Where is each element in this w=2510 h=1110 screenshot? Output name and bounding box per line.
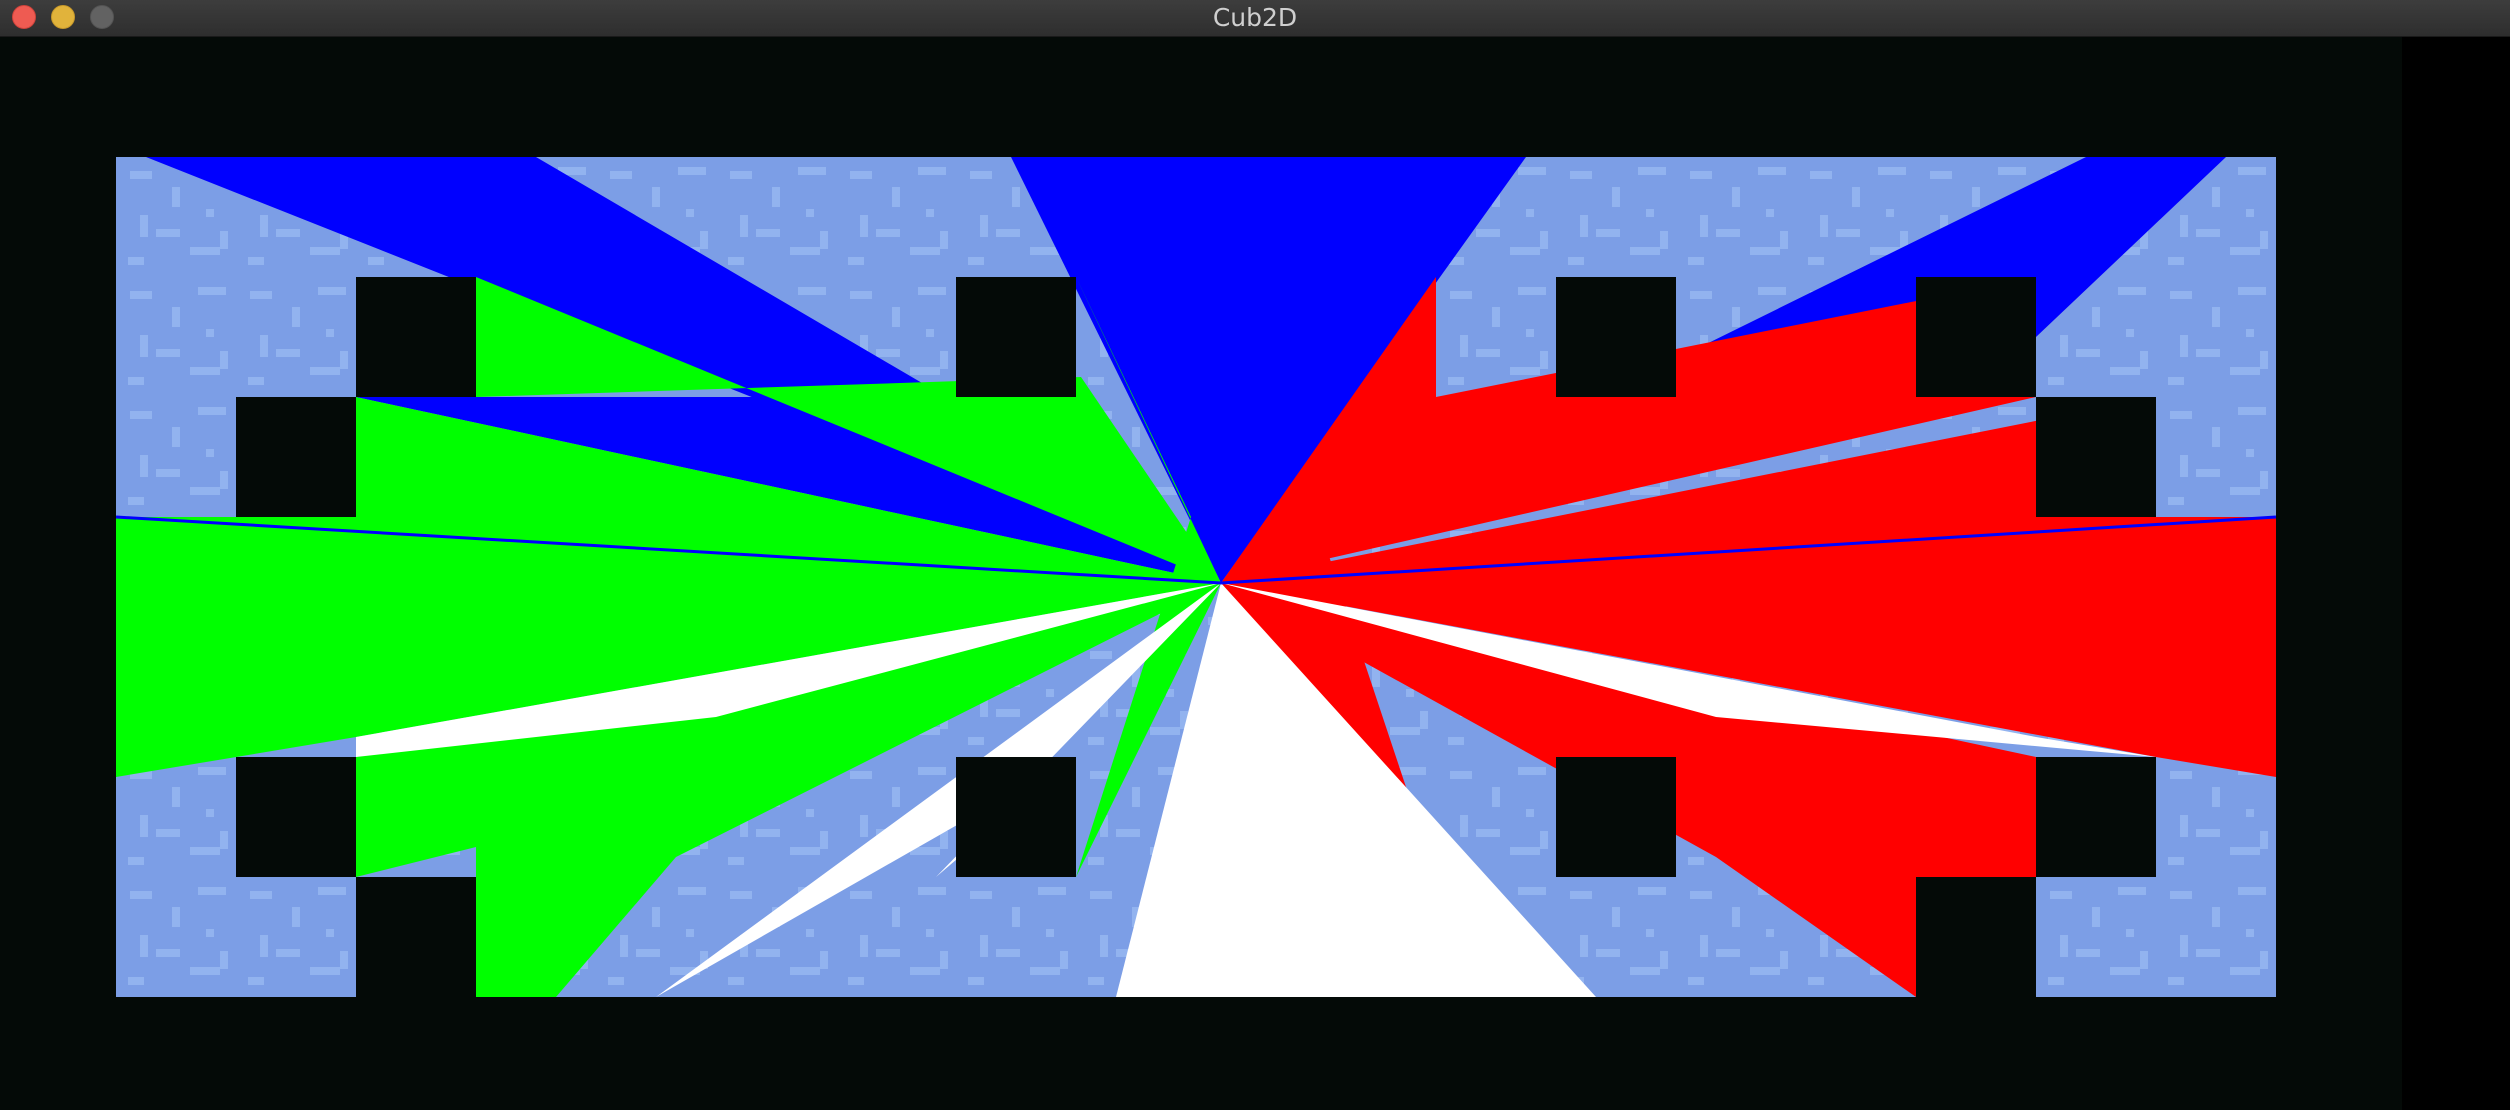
wall-tile xyxy=(356,277,476,397)
wall-tile xyxy=(2036,757,2156,877)
wall-tile xyxy=(236,757,356,877)
minimap-render xyxy=(116,157,2276,997)
wall-tile xyxy=(1556,757,1676,877)
wall-tile xyxy=(356,877,476,997)
wall-tile xyxy=(956,757,1076,877)
title-bar[interactable]: Cub2D xyxy=(0,0,2510,37)
application-window: Cub2D xyxy=(0,0,2510,1110)
wall-tile xyxy=(1916,877,2036,997)
wall-tile xyxy=(956,277,1076,397)
wall-tile xyxy=(1916,277,2036,397)
wall-tile xyxy=(1556,277,1676,397)
wall-tile xyxy=(2036,397,2156,517)
window-title: Cub2D xyxy=(1212,3,1298,32)
wall-tile xyxy=(236,397,356,517)
